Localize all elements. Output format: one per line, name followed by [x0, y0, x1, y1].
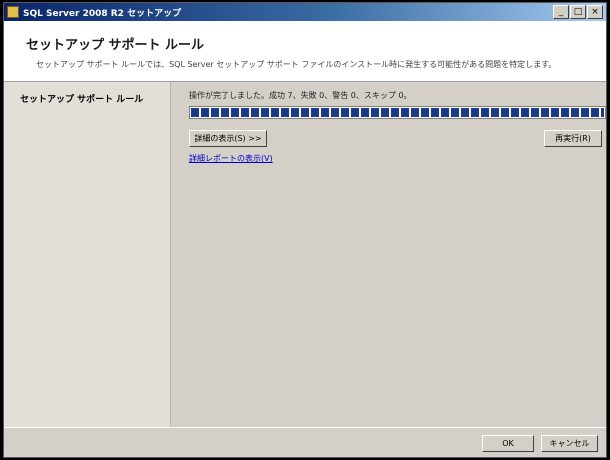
sql-server-app-icon: [7, 6, 19, 18]
steps-sidebar: セットアップ サポート ルール: [4, 82, 171, 427]
operation-status-text: 操作が完了しました。成功 7、失敗 0、警告 0、スキップ 0。: [189, 91, 412, 100]
setup-window: SQL Server 2008 R2 セットアップ _ □ × セットアップ サ…: [3, 2, 607, 458]
close-button[interactable]: ×: [587, 5, 603, 19]
page-description: セットアップ サポート ルールでは、SQL Server セットアップ サポート…: [36, 60, 557, 69]
page-header: セットアップ サポート ルール セットアップ サポート ルールでは、SQL Se…: [4, 21, 606, 82]
ok-button[interactable]: OK: [482, 435, 534, 452]
maximize-button[interactable]: □: [570, 5, 586, 19]
progress-fill: [191, 108, 604, 117]
cancel-button[interactable]: キャンセル: [541, 435, 598, 452]
rerun-button[interactable]: 再実行(R): [544, 130, 602, 147]
progress-bar: [189, 106, 606, 119]
main-panel: 操作が完了しました。成功 7、失敗 0、警告 0、スキップ 0。 詳細の表示(S…: [171, 82, 606, 427]
page-title: セットアップ サポート ルール: [26, 38, 205, 53]
sidebar-item-setup-support-rules[interactable]: セットアップ サポート ルール: [20, 92, 143, 105]
window-title: SQL Server 2008 R2 セットアップ: [23, 9, 182, 19]
view-detailed-report-link[interactable]: 詳細レポートの表示(V): [189, 153, 273, 164]
title-bar[interactable]: SQL Server 2008 R2 セットアップ _ □ ×: [4, 3, 606, 21]
show-details-button[interactable]: 詳細の表示(S) >>: [189, 130, 267, 147]
window-controls: _ □ ×: [553, 5, 603, 19]
footer-bar: OK キャンセル: [4, 427, 606, 457]
minimize-button[interactable]: _: [553, 5, 569, 19]
